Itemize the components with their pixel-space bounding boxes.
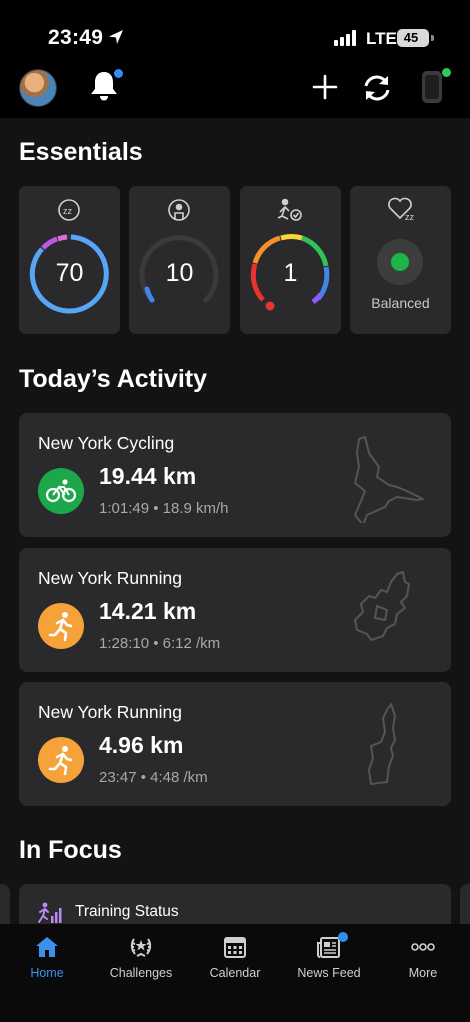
training-status-icon: [38, 902, 62, 923]
body-battery-value: 10: [165, 259, 194, 287]
nav-home[interactable]: Home: [0, 924, 94, 994]
watch-device-icon[interactable]: [420, 69, 444, 105]
nav-label-more: More: [408, 966, 438, 980]
activity-distance: 19.44 km: [99, 463, 197, 489]
nav-challenges[interactable]: Challenges: [94, 924, 188, 994]
laurel-icon: [130, 938, 152, 957]
route-map-thumbnail: [368, 703, 396, 785]
status-time: 23:49: [48, 26, 104, 49]
activity-meta: 23:47 • 4:48 /km: [99, 769, 208, 786]
sync-icon[interactable]: [361, 73, 393, 103]
avatar[interactable]: [19, 69, 57, 107]
nav-news-feed[interactable]: News Feed: [282, 924, 376, 994]
body-battery-card[interactable]: 10: [129, 186, 230, 334]
training-status-card[interactable]: Training Status: [19, 884, 451, 924]
sleep-score-icon: zz: [58, 199, 80, 221]
more-icon: [411, 943, 435, 951]
battery-icon: 45: [397, 29, 429, 47]
notification-dot: [114, 69, 123, 78]
intensity-minutes-icon: [277, 198, 302, 221]
todays-activity-title: Today’s Activity: [19, 365, 208, 393]
add-icon[interactable]: [312, 74, 338, 100]
calendar-icon: [224, 937, 246, 958]
hrv-status-label: Balanced: [371, 295, 430, 311]
intensity-minutes-card[interactable]: 1: [240, 186, 341, 334]
activity-distance: 14.21 km: [99, 598, 197, 624]
activity-title: New York Running: [38, 702, 182, 722]
activity-title: New York Cycling: [38, 433, 175, 453]
network-type: LTE: [366, 29, 397, 48]
nav-more[interactable]: More: [376, 924, 470, 994]
home-icon: [36, 937, 58, 957]
nav-label-news-feed: News Feed: [297, 966, 361, 980]
nav-label-challenges: Challenges: [109, 966, 173, 980]
focus-card-previous[interactable]: [0, 884, 10, 924]
activity-card-running-2[interactable]: New York Running 4.96 km 23:47 • 4:48 /k…: [19, 682, 451, 806]
signal-strength-icon: [334, 30, 356, 46]
activity-meta: 1:28:10 • 6:12 /km: [99, 635, 221, 652]
route-map-thumbnail: [354, 571, 410, 641]
svg-text:zz: zz: [63, 206, 73, 216]
hrv-status-card[interactable]: zz Balanced: [350, 186, 451, 334]
top-header: [0, 60, 470, 118]
activity-card-running-1[interactable]: New York Running 14.21 km 1:28:10 • 6:12…: [19, 548, 451, 672]
bottom-nav: Home Challenges Calendar News Feed More: [0, 924, 470, 1022]
in-focus-title: In Focus: [19, 836, 122, 864]
running-icon: [38, 603, 84, 649]
news-feed-badge: [338, 932, 348, 942]
sleep-score-value: 70: [55, 259, 84, 287]
battery-level: 45: [403, 30, 419, 45]
activity-card-cycling[interactable]: New York Cycling 19.44 km 1:01:49 • 18.9…: [19, 413, 451, 537]
training-status-label: Training Status: [75, 903, 179, 920]
svg-text:zz: zz: [405, 212, 415, 222]
sleep-score-card[interactable]: zz 70: [19, 186, 120, 334]
essentials-title: Essentials: [19, 138, 143, 166]
body-battery-icon: [168, 199, 190, 221]
nav-label-home: Home: [30, 966, 64, 980]
activity-title: New York Running: [38, 568, 182, 588]
focus-card-next[interactable]: [460, 884, 470, 924]
main-content: Essentials zz 70 10 1 zz Balanced Today’…: [0, 118, 470, 924]
route-map-thumbnail: [354, 436, 424, 523]
status-bar: 23:49 LTE 45: [0, 0, 470, 60]
intensity-minutes-value: 1: [283, 259, 298, 287]
device-connected-dot: [442, 68, 451, 77]
hrv-status-icon: zz: [388, 197, 415, 222]
cycling-icon: [38, 468, 84, 514]
running-icon: [38, 737, 84, 783]
location-arrow-icon: [109, 30, 123, 44]
battery-cap: [431, 35, 434, 41]
nav-label-calendar: Calendar: [209, 966, 261, 980]
activity-meta: 1:01:49 • 18.9 km/h: [99, 500, 229, 517]
activity-distance: 4.96 km: [99, 732, 184, 758]
nav-calendar[interactable]: Calendar: [188, 924, 282, 994]
